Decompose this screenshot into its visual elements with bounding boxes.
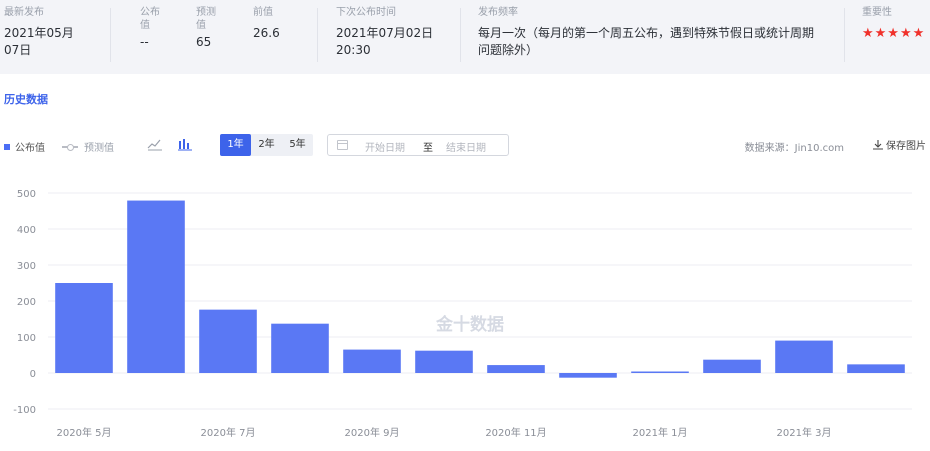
frequency-text-line1: 每月一次（每月的第一个周五公布，遇到特殊节假日或统计周期 [478, 26, 815, 40]
y-tick-label: 100 [17, 333, 36, 344]
x-tick-label: 2020年 11月 [485, 426, 546, 439]
bar[interactable] [271, 323, 329, 373]
previous-value-label: 前值 [253, 7, 273, 18]
y-tick-label: 500 [17, 189, 36, 200]
bar[interactable] [55, 283, 113, 373]
line-chart-icon[interactable] [147, 136, 163, 151]
divider [110, 8, 111, 62]
bar[interactable] [199, 309, 257, 373]
divider [460, 8, 461, 62]
x-tick-label: 2020年 7月 [201, 426, 256, 439]
legend-published[interactable]: 公布值 [4, 139, 45, 154]
history-bar-chart: 500 400 300 200 100 0 -100 金十数据 2020年 5月 2020年 … [13, 189, 912, 439]
bar[interactable] [127, 200, 185, 373]
published-value-column: 公布 值 -- [140, 6, 160, 51]
bar-chart-icon[interactable] [177, 136, 193, 151]
history-data-title: 历史数据 [4, 93, 48, 106]
save-image-button[interactable]: 保存图片 [873, 137, 926, 152]
bar[interactable] [631, 371, 689, 374]
bar[interactable] [703, 359, 761, 373]
watermark: 金十数据 [435, 314, 504, 335]
next-release-label: 下次公布时间 [336, 7, 396, 18]
start-date-input[interactable]: 开始日期 [365, 139, 405, 154]
frequency-text-line2: 问题除外） [478, 43, 539, 57]
importance-label: 重要性 [862, 7, 892, 18]
published-value-label: 公布 值 [140, 6, 160, 32]
y-tick-label: 400 [17, 225, 36, 236]
latest-release-column: 最新发布 2021年05月 07日 [4, 6, 74, 59]
forecast-label-line2: 值 [196, 20, 206, 31]
bar[interactable] [343, 349, 401, 373]
published-label-line1: 公布 [140, 7, 160, 18]
forecast-value-column: 预测 值 65 [196, 6, 216, 51]
importance-column: 重要性 ★★★★★ [862, 6, 925, 41]
download-icon [873, 139, 883, 150]
range-5y-button[interactable]: 5年 [282, 134, 313, 156]
date-range-separator: 至 [423, 143, 433, 154]
latest-release-date-line1: 2021年05月 [4, 26, 74, 40]
legend-forecast-swatch [62, 143, 78, 151]
published-label-line2: 值 [140, 20, 150, 31]
next-release-hour: 20:30 [336, 43, 371, 57]
legend-forecast-label: 预测值 [84, 143, 114, 154]
forecast-value: 65 [196, 35, 212, 49]
bar[interactable] [415, 350, 473, 373]
y-tick-label: -100 [13, 405, 36, 416]
previous-value-column: 前值 26.6 [253, 6, 280, 42]
latest-release-date: 2021年05月 07日 [4, 25, 74, 59]
bar[interactable] [775, 340, 833, 373]
save-image-label: 保存图片 [886, 141, 926, 152]
y-tick-label: 300 [17, 261, 36, 272]
forecast-label-line1: 预测 [196, 7, 216, 18]
date-range-picker[interactable]: 开始日期 至 结束日期 [327, 134, 509, 156]
divider [317, 8, 318, 62]
y-tick-label: 0 [30, 369, 36, 380]
published-value: -- [140, 35, 149, 49]
data-source: 数据来源：Jin10.com [744, 143, 844, 154]
y-tick-label: 200 [17, 297, 36, 308]
importance-stars: ★★★★★ [862, 26, 926, 41]
range-1y-button[interactable]: 1年 [220, 134, 251, 156]
calendar-icon [337, 140, 348, 150]
previous-value: 26.6 [253, 26, 280, 40]
next-release-date: 2021年07月02日 [336, 26, 434, 40]
next-release-time: 2021年07月02日 20:30 [336, 25, 433, 59]
legend-published-label: 公布值 [15, 143, 45, 154]
bar[interactable] [559, 373, 617, 378]
bar[interactable] [847, 364, 905, 373]
legend-published-swatch [4, 143, 10, 150]
frequency-column: 发布频率 每月一次（每月的第一个周五公布，遇到特殊节假日或统计周期 问题除外） [478, 6, 814, 59]
x-tick-label: 2021年 3月 [777, 426, 832, 439]
range-selector: 1年 2年 5年 [220, 134, 313, 156]
range-2y-button[interactable]: 2年 [251, 134, 282, 156]
bar[interactable] [487, 365, 545, 373]
release-summary-bar: 最新发布 2021年05月 07日 公布 值 -- 预测 值 65 前值 26.… [0, 0, 930, 74]
latest-release-label: 最新发布 [4, 7, 44, 18]
x-tick-label: 2021年 1月 [633, 426, 688, 439]
end-date-input[interactable]: 结束日期 [446, 139, 486, 154]
chart-toolbar: 公布值 预测值 1年 2年 5年 开始日期 至 结束日期 数据来源：Jin10.… [0, 132, 930, 158]
frequency-text: 每月一次（每月的第一个周五公布，遇到特殊节假日或统计周期 问题除外） [478, 25, 814, 59]
legend-forecast[interactable]: 预测值 [62, 139, 114, 154]
divider [844, 8, 845, 62]
next-release-column: 下次公布时间 2021年07月02日 20:30 [336, 6, 433, 59]
frequency-label: 发布频率 [478, 7, 518, 18]
x-tick-label: 2020年 9月 [345, 426, 400, 439]
forecast-value-label: 预测 值 [196, 6, 216, 32]
x-tick-label: 2020年 5月 [57, 426, 112, 439]
latest-release-date-line2: 07日 [4, 43, 32, 57]
